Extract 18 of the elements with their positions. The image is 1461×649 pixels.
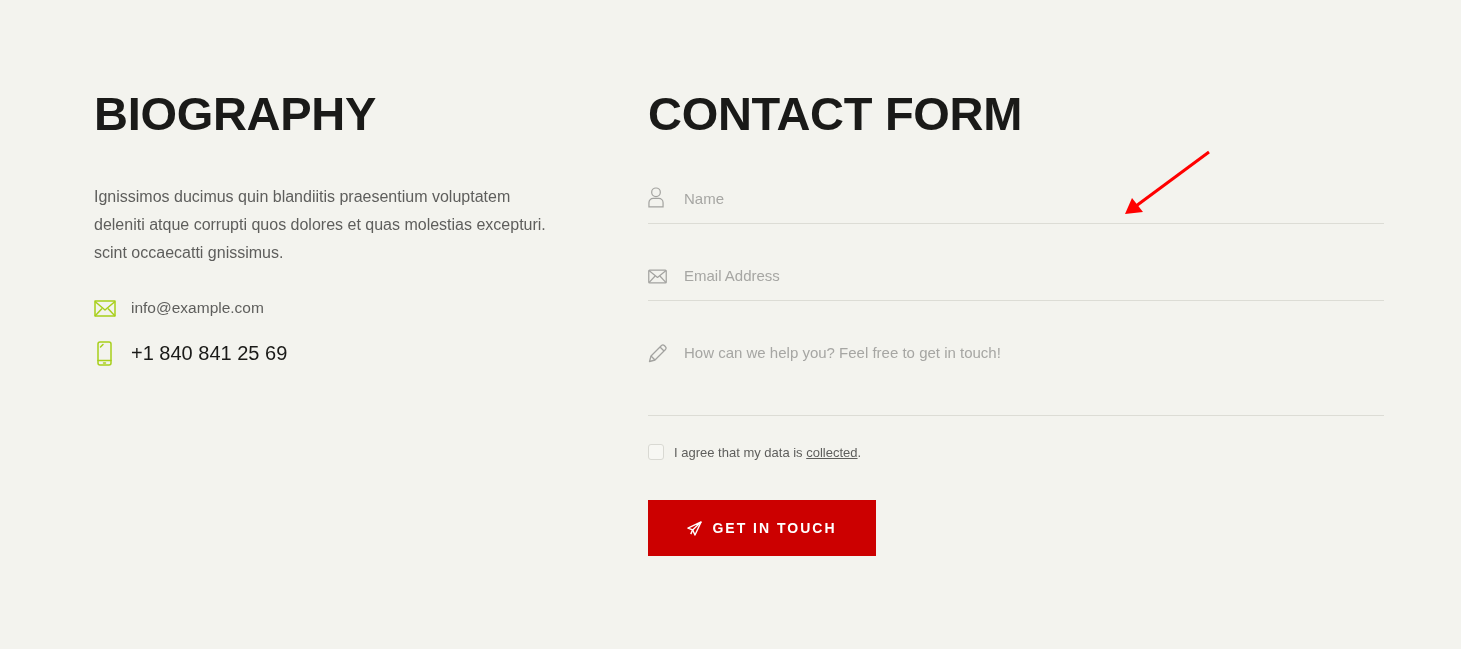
submit-button[interactable]: GET IN TOUCH xyxy=(648,500,876,556)
phone-number: +1 840 841 25 69 xyxy=(131,341,288,365)
biography-text: Ignissimos ducimus quin blandiitis praesentium voluptatem deleniti atque corrupti quos dolores et quas molestias excepturi. scint occaecatti gnissimus. xyxy=(94,187,547,263)
paper-plane-icon xyxy=(687,520,703,536)
section-heading: BIOGRAPHY xyxy=(94,90,377,137)
email-field[interactable]: Email Address xyxy=(684,264,1384,288)
email-address: info@example.com xyxy=(131,299,264,317)
envelope-icon xyxy=(648,269,667,284)
envelope-icon xyxy=(94,299,116,317)
name-field[interactable]: Name xyxy=(684,187,1384,211)
person-icon xyxy=(648,187,664,208)
section-heading: CONTACT FORM xyxy=(648,90,1024,137)
collected-link[interactable]: collected xyxy=(806,444,858,460)
pencil-icon xyxy=(648,343,668,363)
smartphone-icon xyxy=(97,340,112,366)
message-field[interactable]: How can we help you? Feel free to get in touch! xyxy=(684,341,1384,401)
consent-label: I agree that my data is collected. xyxy=(674,444,862,460)
consent-checkbox[interactable] xyxy=(648,444,664,460)
